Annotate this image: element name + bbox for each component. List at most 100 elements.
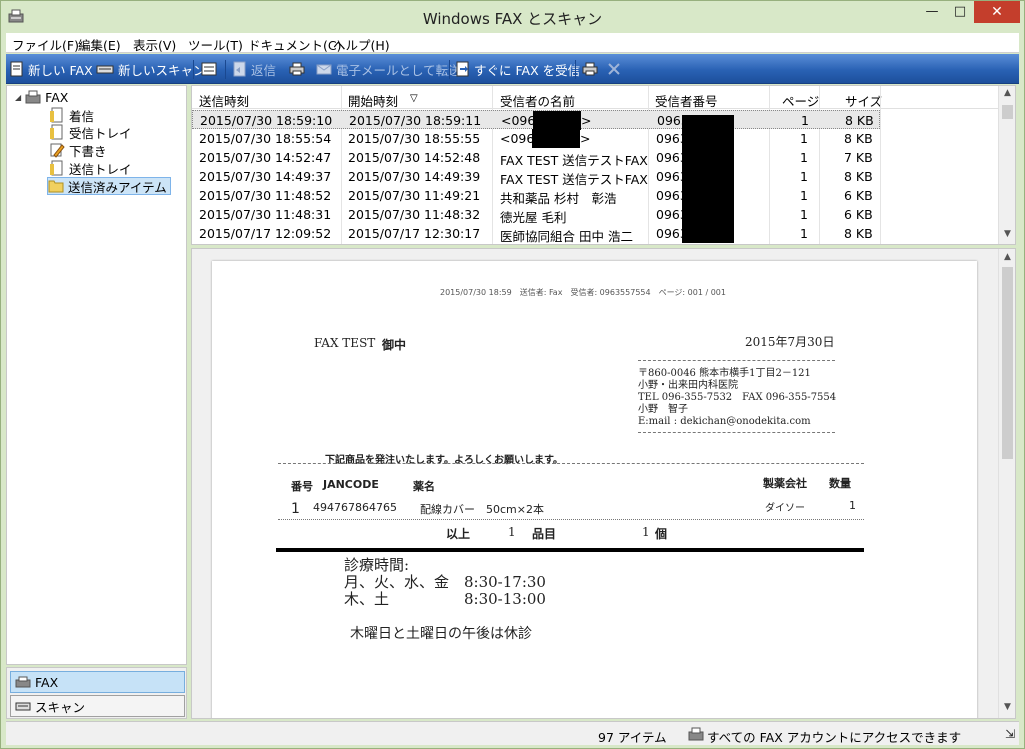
menu-file[interactable]: ファイル(F) — [12, 35, 79, 54]
redaction-block — [682, 115, 734, 243]
column-header-recipient-name[interactable]: 受信者の名前 — [500, 91, 575, 110]
delete-x-icon — [608, 63, 620, 75]
cell-pages: 1 — [800, 169, 808, 184]
menu-help[interactable]: ヘルプ(H) — [333, 35, 390, 54]
table-row[interactable]: 2015/07/30 14:52:47 2015/07/30 14:52:48 FA… — [192, 148, 880, 168]
nav-scan-button[interactable]: スキャン — [10, 695, 185, 717]
sender-clinic: 小野・出来田内科医院 — [638, 380, 738, 391]
nav-scan-label: スキャン — [35, 699, 86, 715]
reply-icon — [233, 61, 246, 77]
summary-items: 1 — [508, 525, 516, 539]
list-view-icon — [201, 62, 217, 76]
print-preview-button[interactable] — [582, 60, 598, 78]
tree-item-inbox[interactable]: 受信トレイ — [49, 123, 132, 141]
cell-recipient-name-end: > — [580, 131, 591, 146]
table-row[interactable]: 2015/07/30 18:55:54 2015/07/30 18:55:55 <0… — [192, 129, 880, 148]
table-row[interactable]: 2015/07/30 18:59:10 2015/07/30 18:59:11 <0… — [192, 110, 880, 130]
tree-item-outbox[interactable]: 送信トレイ — [49, 159, 132, 177]
new-scan-button[interactable]: 新しいスキャン — [96, 60, 206, 78]
print-button[interactable] — [289, 60, 305, 78]
tree-item-label: 下書き — [69, 143, 107, 159]
cell-sent-time: 2015/07/30 14:49:37 — [199, 169, 332, 184]
table-row[interactable]: 2015/07/30 11:48:31 2015/07/30 11:48:32 徳光… — [192, 205, 880, 225]
toolbar-separator — [193, 60, 194, 79]
menu-edit[interactable]: 編集(E) — [78, 35, 121, 54]
cell-start-time: 2015/07/30 11:48:32 — [348, 207, 481, 222]
menu-tools[interactable]: ツール(T) — [188, 35, 243, 54]
sender-phone: TEL 096-355-7532 FAX 096-355-7554 — [638, 392, 837, 403]
navigation-pane: FAX スキャン — [6, 667, 187, 719]
redaction-block — [532, 129, 580, 148]
tree-item-drafts[interactable]: 下書き — [49, 141, 107, 159]
hours-thursday-saturday: 木、土 8:30-13:00 — [344, 590, 546, 608]
fax-machine-icon — [15, 676, 31, 688]
tree-item-incoming[interactable]: 着信 — [49, 106, 94, 124]
table-row[interactable]: 2015/07/30 14:49:37 2015/07/30 14:49:39 FA… — [192, 167, 880, 187]
column-header-start-time[interactable]: 開始時刻 — [348, 91, 398, 110]
drafts-pencil-icon — [50, 143, 65, 158]
outbox-folder-icon — [50, 160, 63, 176]
menu-view[interactable]: 表示(V) — [133, 35, 176, 54]
tree-root-fax[interactable]: ◢ FAX — [15, 88, 68, 106]
forward-email-label: 電子メールとして転送 — [336, 62, 461, 78]
new-fax-icon — [10, 61, 23, 77]
cell-sent-time: 2015/07/17 12:09:52 — [199, 226, 332, 241]
resize-grip-icon[interactable]: ⇲ — [1005, 727, 1015, 741]
scroll-up-arrow-icon[interactable]: ▲ — [999, 252, 1015, 262]
fax-preview-pane: 2015/07/30 18:59 送信者: Fax 受信者: 096355755… — [191, 248, 1016, 719]
maximize-button[interactable]: □ — [945, 1, 975, 23]
minimize-button[interactable]: — — [917, 1, 947, 23]
scroll-up-arrow-icon[interactable]: ▲ — [999, 88, 1015, 98]
sender-address: 〒860-0046 熊本市横手1丁目2－121 — [638, 368, 811, 379]
fax-date: 2015年7月30日 — [745, 335, 835, 349]
col-item: 薬名 — [413, 480, 435, 493]
scroll-down-arrow-icon[interactable]: ▼ — [999, 229, 1015, 239]
summary-items-unit: 品目 — [532, 527, 557, 541]
tree-item-sent-items[interactable]: 送信済みアイテム — [47, 177, 171, 195]
nav-fax-button[interactable]: FAX — [10, 671, 185, 693]
cell-size: 8 KB — [844, 169, 873, 184]
cell-recipient-name: <096 — [500, 131, 535, 146]
title-bar[interactable]: Windows FAX とスキャン — □ ✕ — [1, 1, 1024, 33]
fax-machine-icon — [25, 90, 41, 104]
scrollbar-thumb[interactable] — [1002, 105, 1013, 119]
reply-button[interactable]: 返信 — [233, 60, 276, 78]
clinic-hours: 診療時間: 月、火、水、金 8:30-17:30 木、土 8:30-13:00 — [344, 557, 546, 608]
menu-document[interactable]: ドキュメント(C) — [248, 35, 341, 54]
column-header-recipient-number[interactable]: 受信者番号 — [655, 91, 718, 110]
view-toggle-button[interactable] — [201, 60, 217, 78]
forward-email-button[interactable]: 電子メールとして転送 — [316, 60, 461, 78]
cell-pages: 1 — [800, 131, 808, 146]
scroll-down-arrow-icon[interactable]: ▼ — [999, 702, 1015, 712]
cell-recipient-name: 医師協同組合 田中 浩二 — [500, 229, 633, 244]
list-vertical-scrollbar[interactable]: ▲ ▼ — [998, 86, 1015, 244]
collapse-arrow-icon[interactable]: ◢ — [15, 93, 21, 102]
col-no: 番号 — [291, 480, 313, 493]
tree-item-label: 送信済みアイテム — [68, 179, 167, 195]
delete-button[interactable] — [607, 60, 621, 78]
close-button[interactable]: ✕ — [974, 1, 1020, 23]
cell-pages: 1 — [800, 207, 808, 222]
reply-label: 返信 — [251, 62, 277, 78]
scrollbar-thumb[interactable] — [1002, 267, 1013, 459]
column-header-pages[interactable]: ページ — [782, 91, 819, 110]
preview-vertical-scrollbar[interactable]: ▲ ▼ — [998, 249, 1015, 718]
cell-start-time: 2015/07/30 11:49:21 — [348, 188, 481, 203]
column-header-sent-time[interactable]: 送信時刻 — [199, 91, 249, 110]
receive-now-button[interactable]: すぐに FAX を受信 — [456, 60, 580, 78]
column-header-size[interactable]: サイズ — [845, 91, 882, 110]
status-bar: 97 アイテム すべての FAX アカウントにアクセスできます ⇲ — [6, 721, 1019, 745]
item-count: 97 アイテム — [598, 730, 667, 745]
new-fax-button[interactable]: 新しい FAX — [10, 60, 93, 78]
cell-size: 7 KB — [844, 150, 873, 165]
table-row[interactable]: 2015/07/17 12:09:52 2015/07/17 12:30:17 医師… — [192, 224, 880, 244]
table-row[interactable]: 2015/07/30 11:48:52 2015/07/30 11:49:21 共和… — [192, 186, 880, 206]
summary-count: 1 — [642, 525, 650, 539]
cell-sent-time: 2015/07/30 14:52:47 — [199, 150, 332, 165]
fax-recipient-name: FAX TEST — [314, 336, 376, 350]
sender-block: 〒860-0046 熊本市横手1丁目2－121 小野・出来田内科医院 TEL 0… — [638, 368, 836, 428]
toolbar-separator — [575, 60, 576, 79]
column-divider[interactable] — [880, 86, 881, 244]
sender-divider — [638, 432, 835, 433]
cell-size: 8 KB — [844, 131, 873, 146]
